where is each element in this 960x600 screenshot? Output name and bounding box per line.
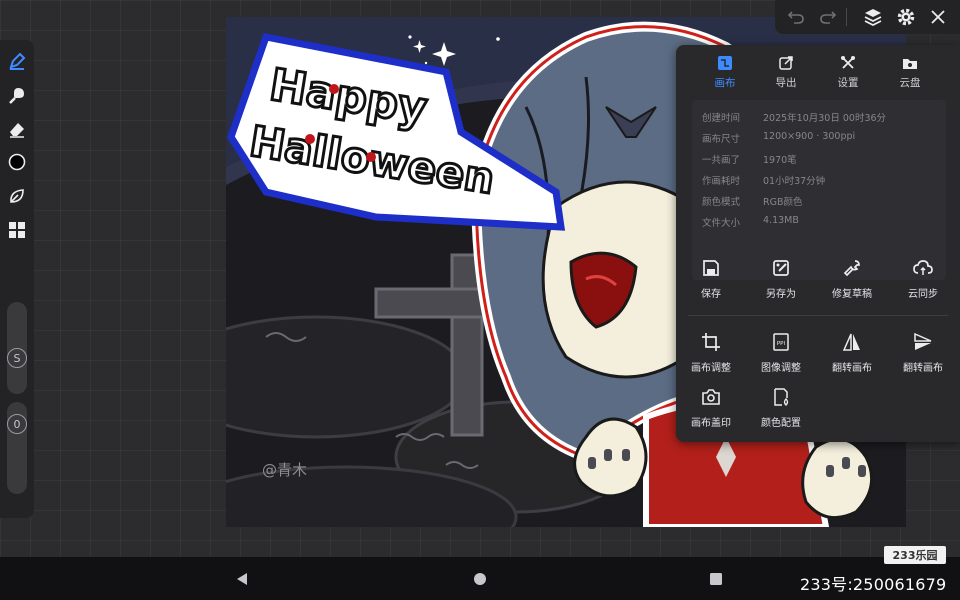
left-tool-rail: S 0 xyxy=(0,40,34,518)
toolbar-separator xyxy=(846,8,847,26)
back-icon[interactable] xyxy=(234,571,250,587)
panel-tabs: 画布 导出 设置 云盘 xyxy=(676,55,960,91)
canvas-stamp-button[interactable]: 画布盖印 xyxy=(676,386,746,429)
redo-icon[interactable] xyxy=(816,5,840,29)
canvas-settings-panel: 画布 导出 设置 云盘 创建时间 2025年10月30日 00时36分 画布尺寸 1… xyxy=(676,45,960,442)
save-button[interactable]: 保存 xyxy=(676,257,746,300)
export-icon xyxy=(756,55,816,71)
repair-draft-button[interactable]: 修复草稿 xyxy=(817,257,887,300)
home-icon[interactable] xyxy=(472,571,488,587)
artist-watermark: @青木 xyxy=(262,461,308,479)
tab-export-label: 导出 xyxy=(775,77,797,89)
tab-settings-label: 设置 xyxy=(837,77,859,89)
color-config-icon xyxy=(746,386,816,408)
svg-text:PPI: PPI xyxy=(777,341,786,347)
tab-settings[interactable]: 设置 xyxy=(818,55,878,90)
pen-tool-icon[interactable] xyxy=(5,49,29,73)
flip-horizontal-icon xyxy=(817,331,887,353)
save-icon xyxy=(676,257,746,279)
save-as-button[interactable]: 另存为 xyxy=(746,257,816,300)
tab-cloud[interactable]: 云盘 xyxy=(880,55,940,90)
tab-cloud-label: 云盘 xyxy=(899,77,921,89)
color-picker-icon[interactable] xyxy=(5,150,29,174)
wrench-icon xyxy=(817,257,887,279)
canvas-info-box: 创建时间 2025年10月30日 00时36分 画布尺寸 1200×900 · 30… xyxy=(692,100,946,280)
canvas-tab-icon xyxy=(695,55,755,71)
ppi-icon: PPI xyxy=(746,331,816,353)
eraser-icon[interactable] xyxy=(5,117,29,141)
gear-icon[interactable] xyxy=(894,5,918,29)
leaf-brush-icon[interactable] xyxy=(5,184,29,208)
layers-icon[interactable] xyxy=(861,5,885,29)
tab-canvas[interactable]: 画布 xyxy=(695,55,755,90)
flip-canvas-horizontal-button[interactable]: 翻转画布 xyxy=(817,331,887,374)
cloud-sync-button[interactable]: 云同步 xyxy=(888,257,958,300)
crop-icon xyxy=(676,331,746,353)
flip-canvas-vertical-button[interactable]: 翻转画布 xyxy=(888,331,958,374)
flip-vertical-icon xyxy=(888,331,958,353)
account-id-watermark: 233号:250061679 xyxy=(800,575,947,594)
canvas-adjust-button[interactable]: 画布调整 xyxy=(676,331,746,374)
image-adjust-button[interactable]: PPI 图像调整 xyxy=(746,331,816,374)
brush-size-slider[interactable]: S xyxy=(7,302,27,394)
close-icon[interactable] xyxy=(926,5,950,29)
tab-canvas-label: 画布 xyxy=(714,77,736,89)
top-toolbar xyxy=(775,0,960,34)
tab-export[interactable]: 导出 xyxy=(756,55,816,90)
brand-watermark: 233乐园 xyxy=(884,546,946,564)
cloud-folder-icon xyxy=(880,55,940,71)
undo-icon[interactable] xyxy=(784,5,808,29)
brush-size-knob[interactable]: S xyxy=(7,348,27,368)
layers-grid-icon[interactable] xyxy=(5,218,29,242)
opacity-slider[interactable]: 0 xyxy=(7,402,27,494)
smudge-brush-icon[interactable] xyxy=(5,83,29,107)
settings-tools-icon xyxy=(818,55,878,71)
opacity-knob[interactable]: 0 xyxy=(7,414,27,434)
camera-icon xyxy=(676,386,746,408)
color-config-button[interactable]: 颜色配置 xyxy=(746,386,816,429)
cloud-sync-icon xyxy=(888,257,958,279)
panel-divider xyxy=(688,315,948,316)
recents-icon[interactable] xyxy=(708,571,724,587)
save-as-icon xyxy=(746,257,816,279)
